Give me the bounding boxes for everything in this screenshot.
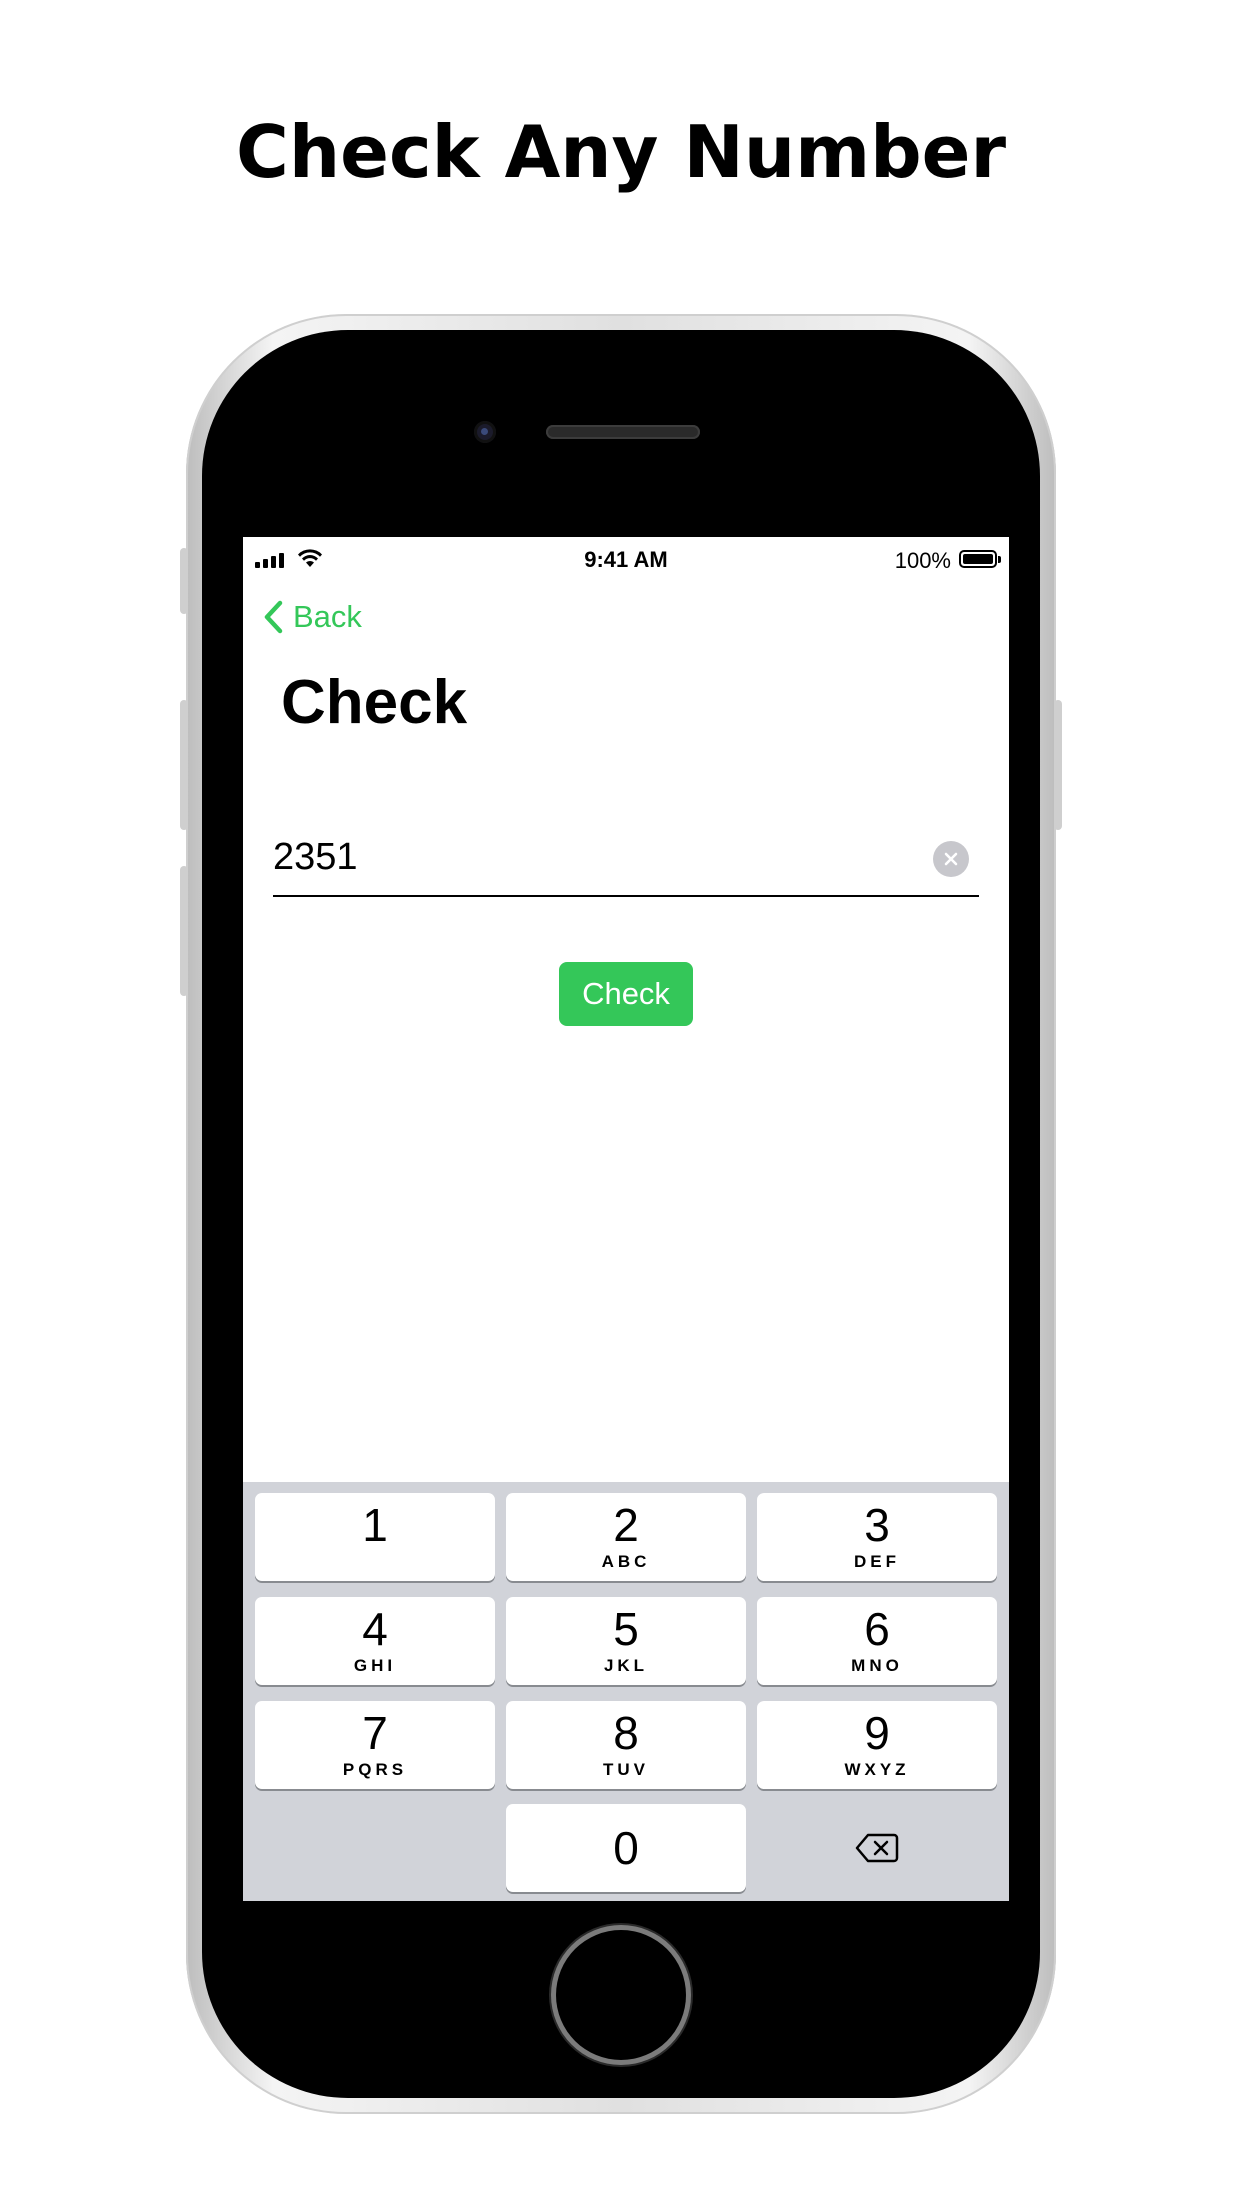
mute-switch — [180, 548, 188, 614]
key-9[interactable]: 9 WXYZ — [757, 1701, 997, 1789]
key-number: 9 — [864, 1707, 890, 1759]
battery-percentage: 100% — [894, 548, 951, 573]
key-1[interactable]: 1 — [255, 1493, 495, 1581]
key-number: 6 — [864, 1603, 890, 1655]
close-icon — [944, 852, 958, 866]
key-number: 4 — [362, 1603, 388, 1655]
status-bar: 9:41 AM 100% — [243, 537, 1009, 581]
key-number: 1 — [362, 1499, 388, 1551]
key-7[interactable]: 7 PQRS — [255, 1701, 495, 1789]
key-letters: ABC — [601, 1552, 651, 1571]
key-letters: PQRS — [342, 1760, 408, 1779]
key-letters: JKL — [603, 1656, 649, 1675]
backspace-icon — [855, 1833, 899, 1863]
number-field — [273, 827, 979, 897]
battery-icon — [959, 550, 1001, 568]
chevron-left-icon — [264, 600, 283, 634]
promo-headline: Check Any Number — [236, 110, 1006, 194]
key-number: 8 — [613, 1707, 639, 1759]
page-title: Check — [281, 668, 468, 737]
key-letters: TUV — [603, 1760, 649, 1779]
key-number: 0 — [613, 1822, 639, 1874]
key-letters: GHI — [353, 1656, 397, 1675]
earpiece-speaker — [546, 425, 700, 439]
key-number: 2 — [613, 1499, 639, 1551]
volume-up-button — [180, 700, 188, 830]
key-3[interactable]: 3 DEF — [757, 1493, 997, 1581]
key-5[interactable]: 5 JKL — [506, 1597, 746, 1685]
number-input[interactable] — [273, 827, 913, 887]
phone-screen: 9:41 AM 100% Back Check Check 1 2 ABC 3 … — [243, 537, 1009, 1901]
key-number: 7 — [362, 1707, 388, 1759]
key-6[interactable]: 6 MNO — [757, 1597, 997, 1685]
key-letters: WXYZ — [844, 1760, 910, 1779]
volume-down-button — [180, 866, 188, 996]
home-button[interactable] — [556, 1930, 686, 2060]
back-label: Back — [293, 599, 362, 634]
power-button — [1054, 700, 1062, 830]
key-8[interactable]: 8 TUV — [506, 1701, 746, 1789]
front-camera-icon — [474, 421, 496, 443]
numeric-keypad: 1 2 ABC 3 DEF 4 GHI 5 JKL 6 MNO 7 PQRS 8 — [243, 1482, 1009, 1901]
clear-text-button[interactable] — [933, 841, 969, 877]
key-letters: MNO — [851, 1656, 903, 1675]
key-number: 3 — [864, 1499, 890, 1551]
back-button[interactable]: Back — [263, 599, 362, 635]
key-letters: DEF — [854, 1552, 900, 1571]
key-number: 5 — [613, 1603, 639, 1655]
key-2[interactable]: 2 ABC — [506, 1493, 746, 1581]
check-button[interactable]: Check — [559, 962, 693, 1026]
key-4[interactable]: 4 GHI — [255, 1597, 495, 1685]
key-0[interactable]: 0 — [506, 1804, 746, 1892]
delete-key[interactable] — [757, 1804, 997, 1892]
